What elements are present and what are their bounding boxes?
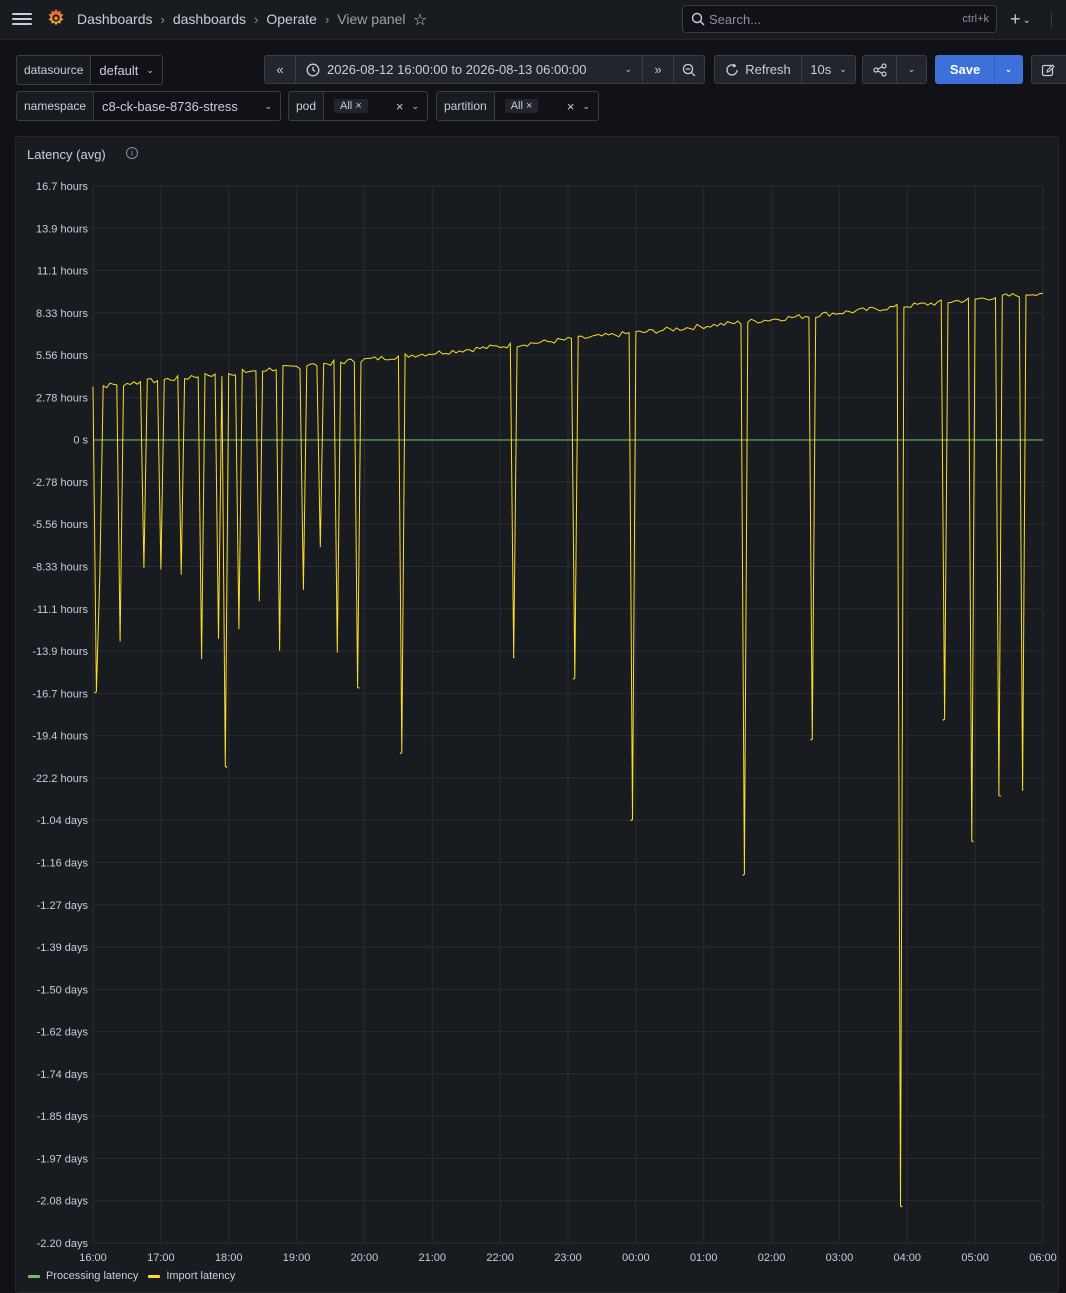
y-tick-label: -22.2 hours bbox=[32, 773, 88, 785]
y-tick-label: -1.27 days bbox=[37, 900, 89, 912]
y-tick-label: -2.08 days bbox=[37, 1196, 89, 1208]
legend-label-import: Import latency bbox=[166, 1270, 236, 1282]
import-latency-spike-point bbox=[512, 656, 515, 659]
import-latency-spike-point bbox=[810, 738, 812, 741]
import-latency-spike-point bbox=[225, 766, 228, 768]
y-tick-label: -1.50 days bbox=[37, 984, 89, 996]
y-tick-label: 0 s bbox=[73, 435, 88, 447]
import-latency-spike-point bbox=[900, 1205, 903, 1208]
x-tick-label: 06:00 bbox=[1029, 1252, 1057, 1264]
x-tick-label: 01:00 bbox=[690, 1252, 718, 1264]
y-tick-label: 13.9 hours bbox=[36, 223, 88, 235]
import-latency-spike-point bbox=[942, 719, 945, 721]
y-tick-label: -1.97 days bbox=[37, 1153, 89, 1165]
y-tick-label: 5.56 hours bbox=[36, 350, 88, 362]
y-tick-label: -1.16 days bbox=[37, 857, 89, 869]
chart-legend: Processing latency Import latency bbox=[28, 1270, 235, 1282]
x-tick-label: 05:00 bbox=[961, 1252, 989, 1264]
import-latency-spike-point bbox=[357, 687, 360, 689]
legend-item-import[interactable]: Import latency bbox=[148, 1270, 235, 1282]
legend-item-processing[interactable]: Processing latency bbox=[28, 1270, 138, 1282]
x-tick-label: 19:00 bbox=[283, 1252, 311, 1264]
y-tick-label: 8.33 hours bbox=[36, 308, 88, 320]
y-tick-label: -8.33 hours bbox=[32, 562, 88, 574]
y-tick-label: -1.39 days bbox=[37, 942, 89, 954]
y-tick-label: -1.74 days bbox=[37, 1069, 89, 1081]
y-tick-label: 2.78 hours bbox=[36, 392, 88, 404]
x-tick-label: 16:00 bbox=[79, 1252, 107, 1264]
x-tick-label: 02:00 bbox=[758, 1252, 786, 1264]
import-latency-spike-point bbox=[572, 677, 575, 680]
x-tick-label: 21:00 bbox=[419, 1252, 447, 1264]
y-tick-label: 11.1 hours bbox=[37, 266, 89, 278]
x-tick-label: 23:00 bbox=[554, 1252, 582, 1264]
y-tick-label: -1.04 days bbox=[37, 815, 89, 827]
latency-chart[interactable]: 16.7 hours 13.9 hours 11.1 hours 8.33 hours… bbox=[0, 0, 1066, 1293]
x-tick-label: 17:00 bbox=[147, 1252, 175, 1264]
y-tick-label: -2.20 days bbox=[37, 1238, 89, 1250]
import-latency-spike-point bbox=[399, 752, 402, 755]
x-tick-label: 18:00 bbox=[215, 1252, 243, 1264]
import-latency-spike-point bbox=[742, 874, 745, 876]
legend-swatch-import bbox=[148, 1274, 161, 1278]
x-tick-label: 00:00 bbox=[622, 1252, 650, 1264]
x-tick-label: 03:00 bbox=[826, 1252, 854, 1264]
import-latency-spike-point bbox=[94, 691, 97, 694]
x-tick-label: 20:00 bbox=[351, 1252, 379, 1264]
y-tick-label: -11.1 hours bbox=[33, 604, 88, 616]
y-tick-label: -13.9 hours bbox=[32, 646, 88, 658]
y-tick-label: -5.56 hours bbox=[32, 519, 88, 531]
y-tick-label: -1.62 days bbox=[37, 1027, 89, 1039]
x-tick-label: 04:00 bbox=[894, 1252, 922, 1264]
legend-label-processing: Processing latency bbox=[46, 1270, 139, 1282]
y-tick-label: -1.85 days bbox=[37, 1111, 89, 1123]
legend-swatch-processing bbox=[28, 1274, 40, 1278]
y-tick-label: 16.7 hours bbox=[36, 181, 88, 193]
y-tick-label: -2.78 hours bbox=[32, 477, 88, 489]
x-tick-label: 22:00 bbox=[486, 1252, 514, 1264]
import-latency-spike-point bbox=[999, 795, 1001, 797]
y-tick-label: -16.7 hours bbox=[32, 688, 88, 700]
import-latency-spike-point bbox=[1021, 788, 1024, 791]
y-tick-label: -19.4 hours bbox=[32, 731, 88, 743]
import-latency-spike-point bbox=[972, 840, 974, 843]
import-latency-spike-point bbox=[630, 819, 633, 821]
